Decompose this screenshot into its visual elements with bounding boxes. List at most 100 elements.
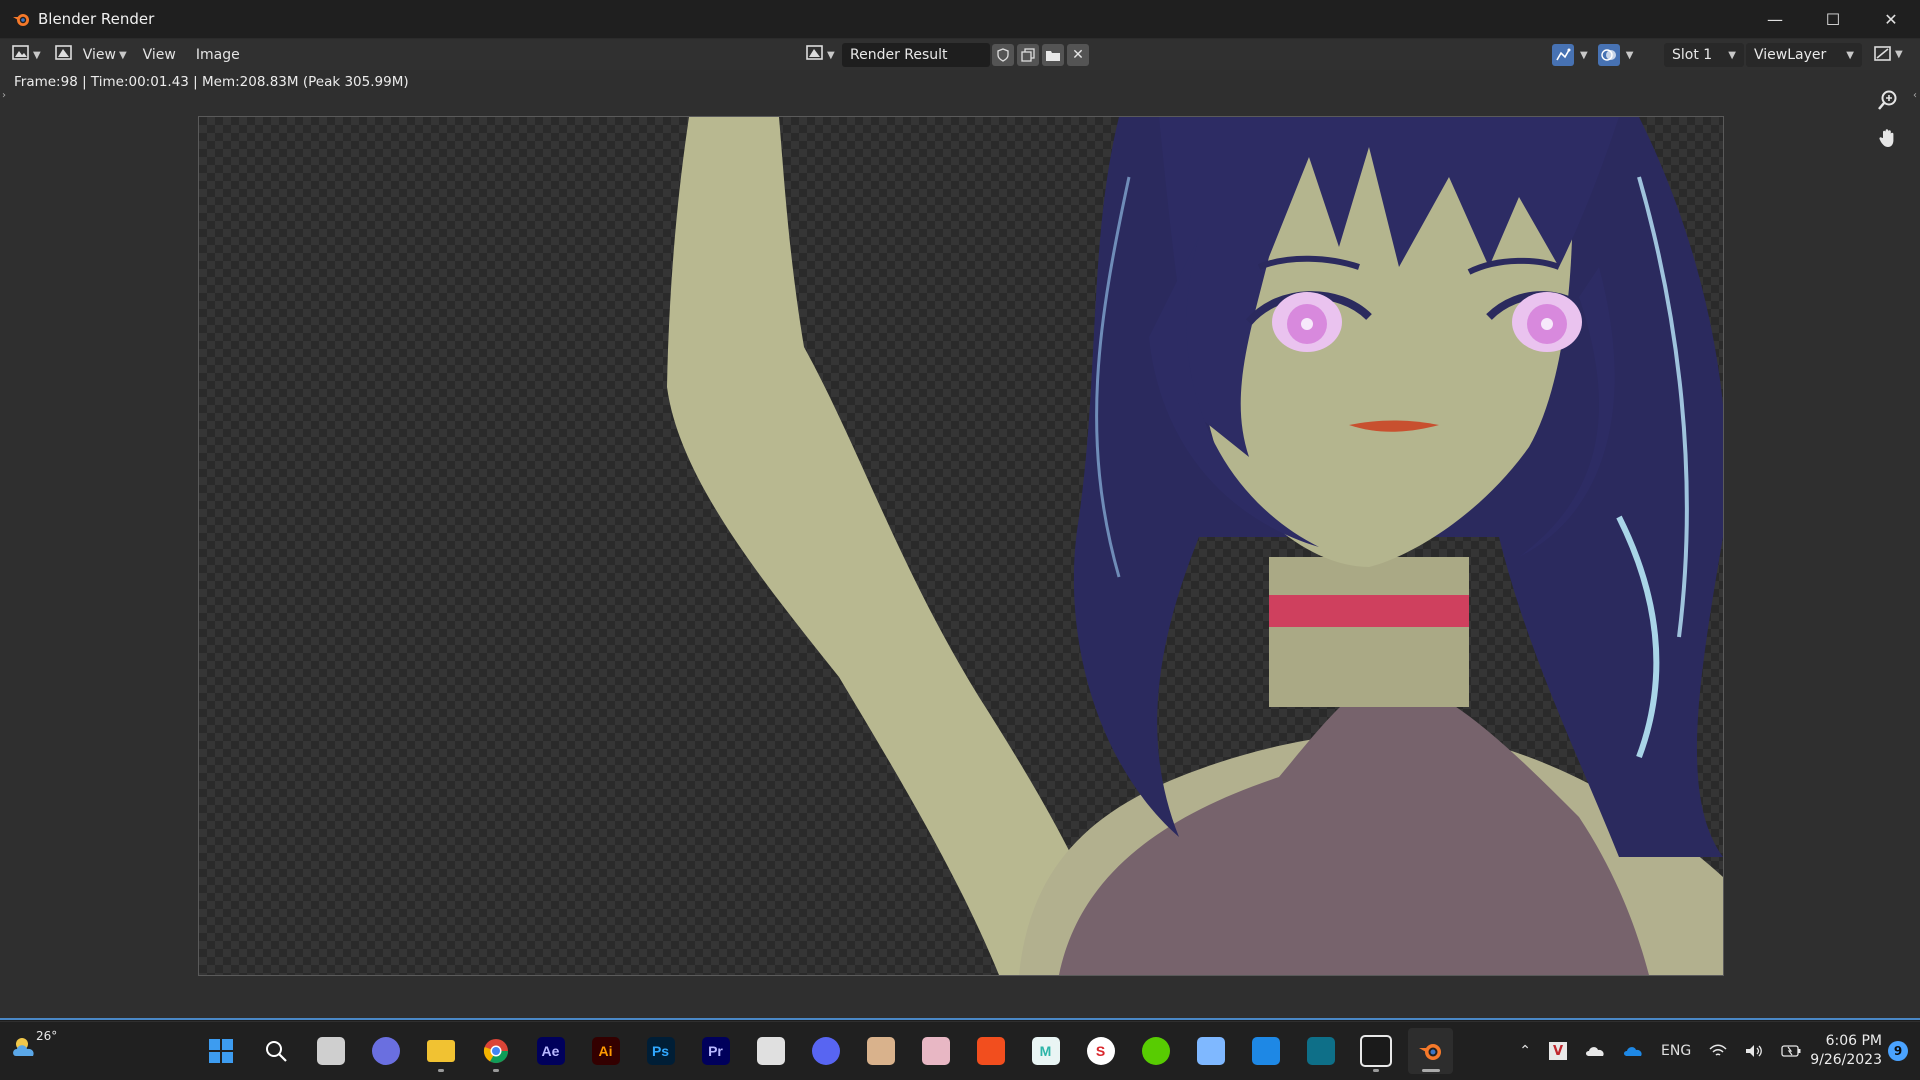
taskbar-app-start[interactable] bbox=[198, 1028, 243, 1074]
weather-temp: 26° bbox=[36, 1029, 58, 1043]
taskbar-app-meet[interactable] bbox=[363, 1028, 408, 1074]
vs-code-icon bbox=[1251, 1037, 1280, 1065]
duolingo-icon bbox=[1141, 1037, 1170, 1065]
taskbar-app-task-view[interactable] bbox=[308, 1028, 353, 1074]
running-indicator bbox=[437, 1069, 444, 1072]
image-browse-icon bbox=[806, 45, 824, 65]
weather-widget[interactable]: 26° bbox=[10, 1029, 58, 1062]
display-channels-icon bbox=[1874, 46, 1891, 61]
render-result-image bbox=[198, 116, 1724, 976]
render-status-text: Frame:98 | Time:00:01.43 | Mem:208.83M (… bbox=[14, 74, 409, 90]
premiere-icon: Pr bbox=[701, 1037, 730, 1065]
render-character-illustration bbox=[667, 117, 1723, 975]
running-indicator bbox=[1421, 1069, 1440, 1072]
taskbar-app-after-effects[interactable]: Ae bbox=[528, 1028, 573, 1074]
taskbar-app-premiere[interactable]: Pr bbox=[693, 1028, 738, 1074]
discord-icon bbox=[811, 1037, 840, 1065]
display-channels-button[interactable]: ▼ bbox=[1874, 46, 1903, 62]
running-indicator bbox=[1372, 1069, 1379, 1072]
minimize-icon[interactable]: — bbox=[1746, 0, 1804, 38]
close-icon[interactable]: ✕ bbox=[1862, 0, 1920, 38]
s-app-icon: S bbox=[1086, 1037, 1115, 1065]
overlay-icon[interactable] bbox=[1597, 44, 1620, 66]
taskbar-app-figma[interactable] bbox=[968, 1028, 1013, 1074]
app-icon bbox=[756, 1037, 785, 1065]
taskbar-app-duolingo[interactable] bbox=[1133, 1028, 1178, 1074]
language-indicator[interactable]: ENG bbox=[1661, 1043, 1691, 1059]
tray-overflow-chevron-icon[interactable]: ⌃ bbox=[1519, 1043, 1531, 1059]
running-indicator bbox=[492, 1069, 499, 1072]
overlay-dropdown-icon[interactable]: ▼ bbox=[1626, 50, 1634, 61]
slot-select[interactable]: Slot 1 ▼ bbox=[1664, 43, 1744, 67]
image-editor-icon bbox=[12, 45, 30, 65]
view-mode-button[interactable]: View ▼ bbox=[54, 43, 127, 67]
battery-icon[interactable] bbox=[1781, 1045, 1801, 1057]
zoom-icon[interactable] bbox=[1874, 86, 1902, 114]
pan-hand-icon[interactable] bbox=[1874, 124, 1902, 152]
view-layer-select[interactable]: ViewLayer ▼ bbox=[1746, 43, 1862, 67]
taskbar-app-m-app[interactable]: M bbox=[1023, 1028, 1068, 1074]
notification-badge[interactable]: 9 bbox=[1888, 1041, 1908, 1061]
title-bar: Blender Render — ☐ ✕ bbox=[0, 0, 1920, 39]
clock-time: 6:06 PM bbox=[1825, 1033, 1882, 1049]
taskbar-app-panel-app[interactable] bbox=[1298, 1028, 1343, 1074]
clock[interactable]: 6:06 PM 9/26/2023 bbox=[1810, 1032, 1882, 1070]
onedrive-icon[interactable] bbox=[1585, 1045, 1605, 1057]
file-explorer-icon bbox=[426, 1040, 455, 1062]
illustrator-icon: Ai bbox=[591, 1037, 620, 1065]
volume-icon[interactable] bbox=[1745, 1044, 1763, 1058]
photoshop-icon: Ps bbox=[646, 1037, 675, 1065]
image-name-field[interactable]: Render Result bbox=[842, 43, 990, 67]
panel-app-icon bbox=[1306, 1037, 1335, 1065]
new-image-icon[interactable] bbox=[1017, 44, 1039, 66]
menu-image[interactable]: Image bbox=[186, 43, 250, 67]
maximize-icon[interactable]: ☐ bbox=[1804, 0, 1862, 38]
onedrive-blue-icon[interactable] bbox=[1623, 1045, 1643, 1057]
blender-icon bbox=[1417, 1037, 1445, 1065]
start-icon bbox=[207, 1037, 235, 1065]
taskbar-app-teamviewer[interactable] bbox=[1353, 1028, 1398, 1074]
window-title: Blender Render bbox=[38, 10, 155, 28]
taskbar-app-s-app[interactable]: S bbox=[1078, 1028, 1123, 1074]
wifi-icon[interactable] bbox=[1709, 1044, 1727, 1058]
open-image-folder-icon[interactable] bbox=[1042, 44, 1064, 66]
windows-taskbar: 26° Ae Ai Ps Pr M S ⌃ V ENG 6:06 PM 9/26/2023… bbox=[0, 1021, 1920, 1080]
image-mode-icon bbox=[54, 45, 73, 65]
search-icon bbox=[262, 1037, 290, 1065]
meet-icon bbox=[371, 1037, 400, 1065]
tray-v-app-icon[interactable]: V bbox=[1549, 1042, 1568, 1060]
chevron-down-icon: ▼ bbox=[1728, 49, 1736, 61]
taskbar-app-blender[interactable] bbox=[1408, 1028, 1453, 1074]
fake-user-shield-icon[interactable] bbox=[992, 44, 1014, 66]
image-browse-button[interactable]: ▼ bbox=[806, 43, 835, 67]
teamviewer-icon bbox=[1359, 1035, 1392, 1067]
slot-label: Slot 1 bbox=[1672, 47, 1713, 63]
taskbar-app-search[interactable] bbox=[253, 1028, 298, 1074]
view-mode-label: View bbox=[82, 47, 116, 63]
taskbar-app-photoshop[interactable]: Ps bbox=[638, 1028, 683, 1074]
chevron-down-icon: ▼ bbox=[1846, 49, 1854, 61]
menu-view[interactable]: View bbox=[133, 43, 186, 67]
taskbar-app-chrome[interactable] bbox=[473, 1028, 518, 1074]
taskbar-app-app4[interactable] bbox=[1188, 1028, 1233, 1074]
taskbar-app-vs-code[interactable] bbox=[1243, 1028, 1288, 1074]
taskbar-app-app3[interactable] bbox=[913, 1028, 958, 1074]
sample-dropdown-icon[interactable]: ▼ bbox=[1580, 50, 1588, 61]
app2-icon bbox=[866, 1037, 895, 1065]
editor-type-button[interactable]: ▼ bbox=[12, 43, 41, 67]
unlink-image-close-icon[interactable]: ✕ bbox=[1067, 44, 1089, 66]
app4-icon bbox=[1196, 1037, 1225, 1065]
clock-date: 9/26/2023 bbox=[1810, 1052, 1882, 1068]
taskbar-app-illustrator[interactable]: Ai bbox=[583, 1028, 628, 1074]
taskbar-app-app2[interactable] bbox=[858, 1028, 903, 1074]
taskbar-app-discord[interactable] bbox=[803, 1028, 848, 1074]
view-layer-label: ViewLayer bbox=[1754, 47, 1827, 63]
blender-logo-icon bbox=[10, 8, 32, 30]
sample-tool-icon[interactable] bbox=[1552, 44, 1574, 66]
tool-panel-toggle-icon[interactable]: ‹ bbox=[1913, 90, 1917, 101]
sidebar-toggle-icon[interactable]: › bbox=[2, 90, 6, 101]
taskbar-app-app[interactable] bbox=[748, 1028, 793, 1074]
m-app-icon: M bbox=[1031, 1037, 1060, 1065]
taskbar-app-file-explorer[interactable] bbox=[418, 1028, 463, 1074]
task-view-icon bbox=[316, 1037, 345, 1065]
